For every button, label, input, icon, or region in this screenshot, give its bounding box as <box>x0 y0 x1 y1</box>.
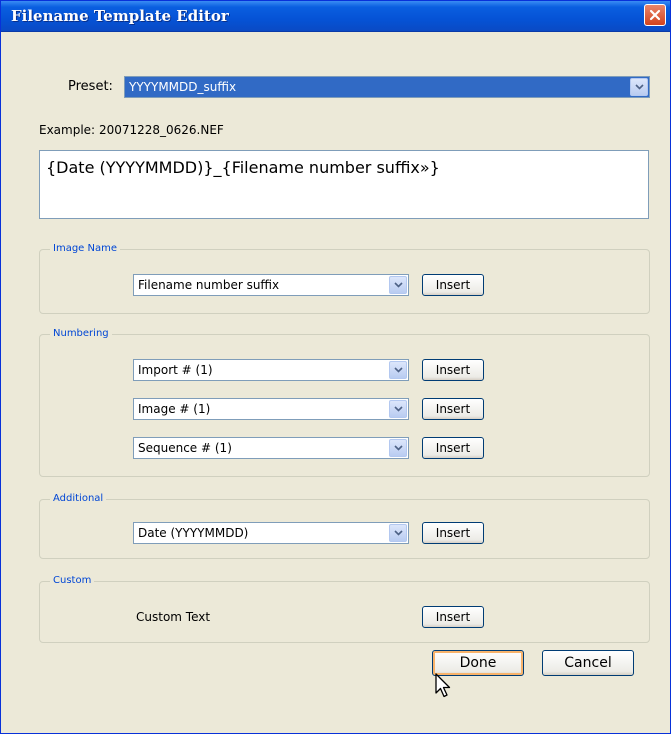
chevron-down-icon <box>393 282 403 288</box>
additional-select[interactable]: Date (YYYYMMDD) <box>133 522 409 544</box>
window-title: Filename Template Editor <box>11 7 229 25</box>
image-number-dropdown-button[interactable] <box>389 400 407 418</box>
mouse-pointer-icon <box>435 673 451 698</box>
image-number-insert-button[interactable]: Insert <box>422 398 484 420</box>
image-name-select[interactable]: Filename number suffix <box>133 274 409 296</box>
preset-label: Preset: <box>68 79 113 94</box>
example-value: 20071228_0626.NEF <box>98 123 224 137</box>
numbering-group-title: Numbering <box>50 328 112 339</box>
chevron-down-icon <box>393 367 403 373</box>
import-number-insert-button[interactable]: Insert <box>422 359 484 381</box>
additional-insert-button[interactable]: Insert <box>422 522 484 544</box>
chevron-down-icon <box>393 445 403 451</box>
image-number-select-value: Image # (1) <box>138 402 211 416</box>
filename-template-editor-window: Filename Template Editor Preset: YYYYMMD… <box>0 0 671 734</box>
chevron-down-icon <box>393 530 403 536</box>
custom-insert-button[interactable]: Insert <box>422 606 484 628</box>
custom-text-label: Custom Text <box>136 610 211 624</box>
image-name-dropdown-button[interactable] <box>389 276 407 294</box>
additional-dropdown-button[interactable] <box>389 524 407 542</box>
sequence-number-dropdown-button[interactable] <box>389 439 407 457</box>
import-number-dropdown-button[interactable] <box>389 361 407 379</box>
close-button[interactable] <box>644 4 666 26</box>
additional-group-title: Additional <box>50 493 107 504</box>
sequence-number-select-value: Sequence # (1) <box>138 441 232 455</box>
close-icon <box>649 9 661 21</box>
template-text-field[interactable]: {Date (YYYYMMDD)}_{Filename number suffi… <box>39 150 649 219</box>
import-number-select-value: Import # (1) <box>138 363 213 377</box>
preset-dropdown-button[interactable] <box>630 78 648 96</box>
custom-group <box>39 581 650 643</box>
sequence-number-select[interactable]: Sequence # (1) <box>133 437 409 459</box>
image-number-select[interactable]: Image # (1) <box>133 398 409 420</box>
cancel-button[interactable]: Cancel <box>542 650 634 676</box>
example-line: Example: 20071228_0626.NEF <box>39 123 224 137</box>
image-name-insert-button[interactable]: Insert <box>422 274 484 296</box>
chevron-down-icon <box>393 406 403 412</box>
custom-group-title: Custom <box>50 575 95 586</box>
chevron-down-icon <box>634 84 644 90</box>
preset-value: YYYYMMDD_suffix <box>129 80 237 94</box>
sequence-number-insert-button[interactable]: Insert <box>422 437 484 459</box>
image-name-select-value: Filename number suffix <box>138 278 280 292</box>
additional-select-value: Date (YYYYMMDD) <box>138 526 249 540</box>
title-bar[interactable]: Filename Template Editor <box>1 1 670 32</box>
import-number-select[interactable]: Import # (1) <box>133 359 409 381</box>
preset-select[interactable]: YYYYMMDD_suffix <box>124 76 650 98</box>
image-name-group-title: Image Name <box>50 243 120 254</box>
template-text: {Date (YYYYMMDD)}_{Filename number suffi… <box>46 158 440 177</box>
example-label: Example: <box>39 123 96 137</box>
